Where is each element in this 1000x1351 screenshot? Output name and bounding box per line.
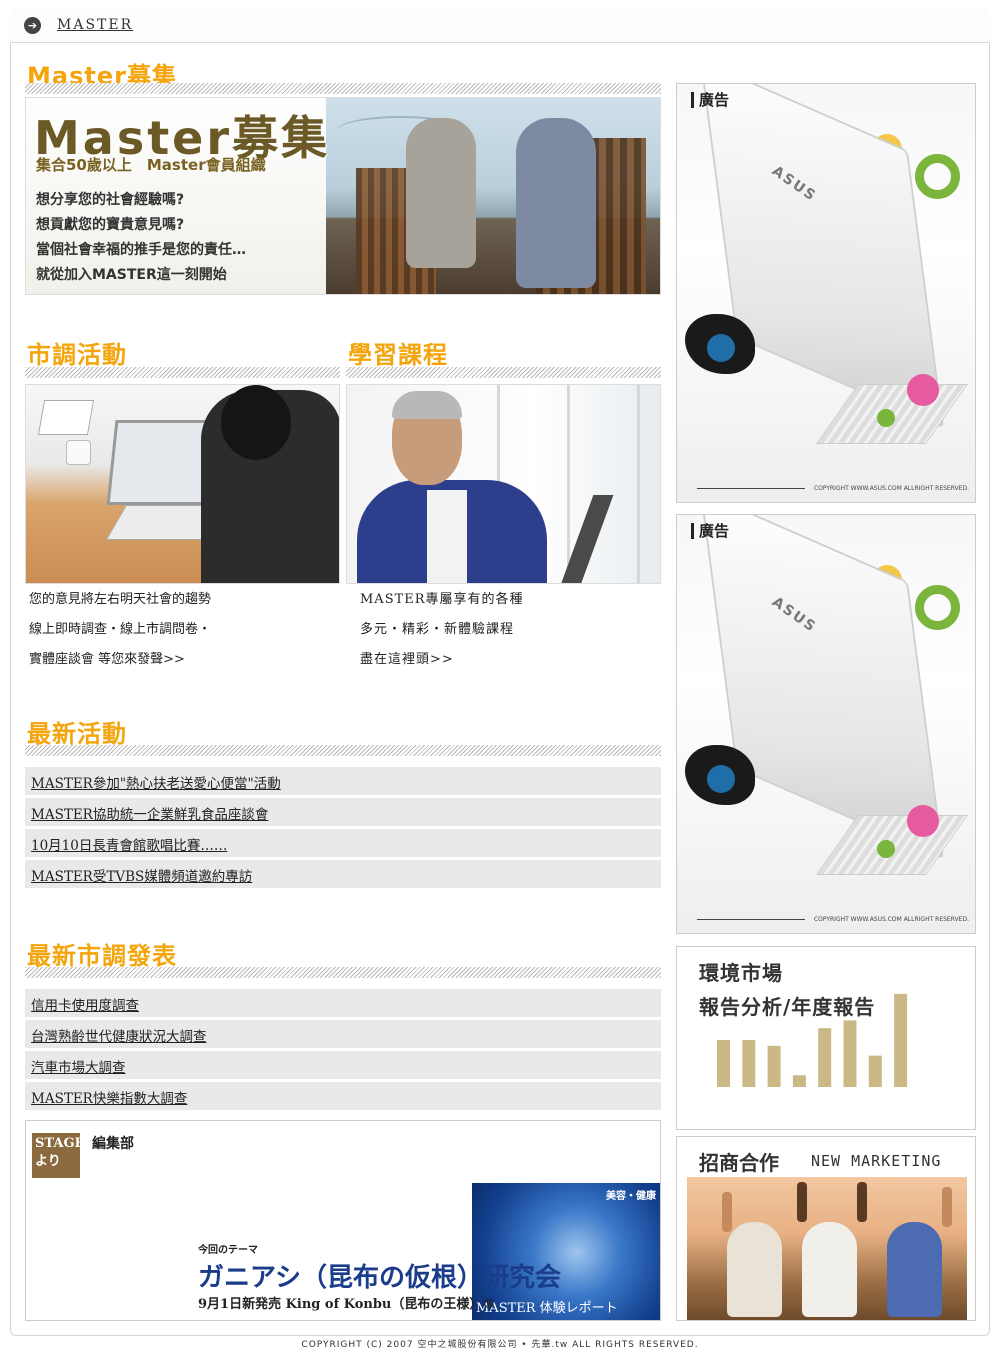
list-item: 10月10日長青會館歌唱比賽……	[25, 829, 661, 857]
theme-label: 今回のテーマ	[198, 1245, 258, 1256]
news-link[interactable]: 10月10日長青會館歌唱比賽……	[31, 834, 227, 854]
report-link[interactable]: 汽車市場大調查	[31, 1056, 126, 1076]
list-item: 汽車市場大調查	[25, 1051, 661, 1079]
learning-desc-line: 多元・精彩・新體驗課程	[360, 622, 515, 637]
ad-label: 廣告	[691, 92, 729, 108]
decor-bar	[742, 1039, 756, 1087]
section-divider	[25, 83, 661, 94]
theme-visual: 美容・健康 MASTER 体験レポート	[472, 1183, 660, 1320]
top-bar: ➔ MASTER	[10, 8, 990, 43]
learning-desc-line: MASTER專屬享有的各種	[360, 592, 524, 607]
survey-desc-line: 您的意見將左右明天社會的趨勢	[29, 592, 212, 607]
env-subtitle: 報告分析/年度報告	[699, 995, 876, 1019]
section-title-reports: 最新市調發表	[27, 942, 177, 970]
coop-title: 招商合作	[699, 1151, 779, 1175]
news-link[interactable]: MASTER參加"熱心扶老送愛心便當"活動	[31, 772, 281, 792]
footer-copyright: COPYRIGHT (C) 2007 空中之城股份有限公司 • 先華.tw AL…	[301, 1340, 699, 1350]
hero-line: 就從加入MASTER這一刻開始	[36, 267, 227, 283]
decor-bar	[868, 1055, 882, 1087]
hero-line: 當個社會幸福的推手是您的責任…	[36, 242, 246, 258]
ad-copyright: COPYRIGHT WWW.ASUS.COM ALLRIGHT RESERVED…	[813, 916, 969, 923]
stage-logo-line: STAGE	[35, 1136, 85, 1151]
section-divider	[25, 967, 661, 978]
stage-logo: STAGE より	[32, 1133, 85, 1178]
business-cooperation[interactable]: 招商合作 NEW MARKETING	[676, 1136, 976, 1321]
master-recruit-banner[interactable]: Master募集 集合50歲以上 Master會員組織 想分享您的社會經驗嗎? …	[25, 97, 661, 295]
decor-bar	[894, 993, 908, 1087]
report-link[interactable]: 信用卡使用度調查	[31, 994, 139, 1014]
seniors-photo	[326, 98, 660, 294]
theme-subtitle: 9月1日新発売 King of Konbu（昆布の王様）®	[198, 1297, 496, 1312]
ad-banner[interactable]: ASUS 廣告 COPYRIGHT WWW.ASUS.COM ALLRIGHT …	[676, 514, 976, 934]
laptop-image	[699, 84, 945, 429]
arrow-right-icon: ➔	[24, 17, 41, 34]
hero-line: 想貢獻您的寶貴意見嗎?	[36, 217, 185, 233]
survey-desc-line: 線上即時調查・線上市調問卷・	[29, 622, 212, 637]
list-item: 台灣熟齡世代健康狀況大調查	[25, 1020, 661, 1048]
decor-bar	[843, 1020, 857, 1087]
list-item: MASTER受TVBS媒體頻道邀約專訪	[25, 860, 661, 888]
list-item: MASTER協助統一企業鮮乳食品座談會	[25, 798, 661, 826]
laptop-image	[699, 515, 945, 860]
report-link[interactable]: MASTER快樂指數大調查	[31, 1087, 187, 1107]
news-link[interactable]: MASTER協助統一企業鮮乳食品座談會	[31, 803, 268, 823]
survey-image[interactable]	[25, 384, 340, 584]
list-item: MASTER快樂指數大調查	[25, 1082, 661, 1110]
section-divider	[25, 367, 340, 378]
section-title-learning: 學習課程	[348, 341, 448, 369]
environment-market-report[interactable]: 環境市場 報告分析/年度報告	[676, 946, 976, 1130]
hero-lines: 想分享您的社會經驗嗎? 想貢獻您的寶貴意見嗎? 當個社會幸福的推手是您的責任… …	[36, 188, 246, 288]
ad-banner[interactable]: ASUS 廣告 COPYRIGHT WWW.ASUS.COM ALLRIGHT …	[676, 83, 976, 503]
editorial-dept: 編集部	[92, 1136, 134, 1152]
decor-bar	[767, 1045, 781, 1087]
coop-subtitle: NEW MARKETING	[811, 1152, 942, 1170]
ad-label: 廣告	[691, 523, 729, 539]
report-link[interactable]: 台灣熟齡世代健康狀況大調查	[31, 1025, 207, 1045]
hero-subtitle: 集合50歲以上 Master會員組織	[36, 156, 266, 174]
section-divider	[346, 367, 661, 378]
theme-tag: 美容・健康	[606, 1191, 656, 1202]
news-link[interactable]: MASTER受TVBS媒體頻道邀約專訪	[31, 865, 252, 885]
section-title-news: 最新活動	[27, 720, 127, 748]
breadcrumb[interactable]: MASTER	[57, 17, 133, 33]
survey-description[interactable]: 您的意見將左右明天社會的趨勢 線上即時調查・線上市調問卷・ 實體座談會 等您來發…	[29, 585, 211, 675]
hero-line: 想分享您的社會經驗嗎?	[36, 192, 185, 208]
decor-bar	[792, 1075, 806, 1087]
decor-bar	[717, 1039, 730, 1087]
list-item: MASTER參加"熱心扶老送愛心便當"活動	[25, 767, 661, 795]
ad-copyright: COPYRIGHT WWW.ASUS.COM ALLRIGHT RESERVED…	[813, 485, 969, 492]
meeting-photo	[687, 1177, 967, 1320]
decor-bar	[818, 1028, 832, 1087]
experience-report: MASTER 体験レポート	[476, 1301, 618, 1316]
section-title-survey: 市調活動	[27, 341, 127, 369]
section-divider	[25, 745, 661, 756]
learning-description[interactable]: MASTER專屬享有的各種 多元・精彩・新體驗課程 盡在這裡頭>>	[360, 585, 524, 675]
theme-title: ガニアシ（昆布の仮根）研究会	[198, 1263, 561, 1293]
survey-desc-line: 實體座談會 等您來發聲>>	[29, 652, 185, 667]
env-title: 環境市場	[699, 961, 783, 985]
stage-editorial-banner[interactable]: STAGE より 編集部 美容・健康 MASTER 体験レポート 今回のテーマ …	[25, 1120, 661, 1321]
learning-image[interactable]	[346, 384, 661, 584]
stage-logo-line: より	[35, 1154, 61, 1169]
learning-desc-line: 盡在這裡頭>>	[360, 652, 454, 667]
list-item: 信用卡使用度調查	[25, 989, 661, 1017]
